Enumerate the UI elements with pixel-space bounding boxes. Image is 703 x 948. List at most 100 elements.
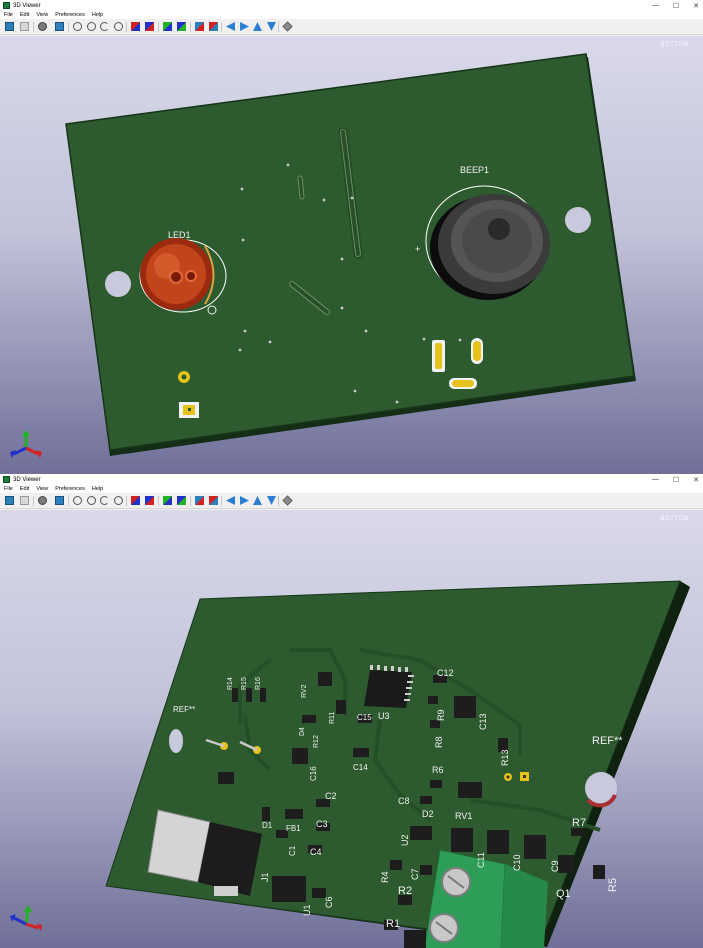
r1-label: R1 xyxy=(386,918,400,930)
menu-preferences[interactable]: Preferences xyxy=(55,12,85,18)
close-button[interactable]: ✕ xyxy=(693,2,699,10)
r6-label: R6 xyxy=(432,765,444,775)
redraw-icon[interactable] xyxy=(100,496,109,505)
rotate-y-cw-icon[interactable] xyxy=(163,496,172,505)
minimize-button[interactable]: — xyxy=(652,2,659,9)
mounting-hole xyxy=(169,729,183,753)
rotate-x-cw-icon[interactable] xyxy=(131,496,140,505)
menu-view[interactable]: View xyxy=(36,486,48,492)
c4-label: C4 xyxy=(310,847,322,857)
redraw-icon[interactable] xyxy=(100,22,109,31)
toolbar xyxy=(0,19,703,35)
rotate-z-ccw-icon[interactable] xyxy=(209,22,218,31)
r9-label: R9 xyxy=(436,709,446,721)
toolbar-separator xyxy=(221,496,222,506)
zoom-in-icon[interactable] xyxy=(73,22,82,31)
pan-left-icon[interactable] xyxy=(226,22,235,31)
settings-icon[interactable] xyxy=(38,22,47,31)
menu-bar: File Edit View Preferences Help xyxy=(0,11,703,19)
toolbar-separator xyxy=(33,22,34,32)
u1-label: U1 xyxy=(302,904,312,916)
r8-label: R8 xyxy=(434,736,444,748)
menu-edit[interactable]: Edit xyxy=(20,12,29,18)
ref-label-right: REF** xyxy=(592,735,623,747)
pan-up-icon[interactable] xyxy=(253,22,262,31)
3d-box-icon[interactable] xyxy=(55,496,64,505)
toolbar-separator xyxy=(158,496,159,506)
pcb-board xyxy=(105,580,681,945)
rotate-y-cw-icon[interactable] xyxy=(163,22,172,31)
toolbar-separator xyxy=(126,22,127,32)
ref-label-left: REF** xyxy=(173,705,195,714)
rotate-y-ccw-icon[interactable] xyxy=(177,22,186,31)
toolbar xyxy=(0,493,703,509)
axes-gizmo xyxy=(10,430,42,458)
window-title: 3D Viewer xyxy=(13,476,41,483)
pcb-top-render: R14 R15 R16 RV2 C12 R9 C13 R11 U3 C15 D4… xyxy=(105,580,690,948)
r4-label: R4 xyxy=(380,871,390,883)
menu-file[interactable]: File xyxy=(4,486,13,492)
axes-gizmo xyxy=(10,905,42,931)
pcb-bottom-render: LED1 BEEP1 + xyxy=(65,53,636,456)
3d-canvas[interactable]: BOTTOM xyxy=(0,510,703,948)
rotate-x-cw-icon[interactable] xyxy=(131,22,140,31)
r7-label: R7 xyxy=(572,817,586,829)
close-button[interactable]: ✕ xyxy=(693,476,699,484)
menu-edit[interactable]: Edit xyxy=(20,486,29,492)
pan-right-icon[interactable] xyxy=(240,496,249,505)
menu-preferences[interactable]: Preferences xyxy=(55,486,85,492)
rotate-y-ccw-icon[interactable] xyxy=(177,496,186,505)
rotate-z-cw-icon[interactable] xyxy=(195,22,204,31)
pan-down-icon[interactable] xyxy=(267,496,276,505)
rotate-z-cw-icon[interactable] xyxy=(195,496,204,505)
menu-view[interactable]: View xyxy=(36,12,48,18)
c11-label: C11 xyxy=(476,852,486,868)
settings-icon[interactable] xyxy=(38,496,47,505)
menu-file[interactable]: File xyxy=(4,12,13,18)
title-bar: 3D Viewer — ☐ ✕ xyxy=(0,474,703,485)
pan-down-icon[interactable] xyxy=(267,22,276,31)
zoom-out-icon[interactable] xyxy=(87,496,96,505)
r11-label: R11 xyxy=(329,712,336,724)
c16-label: C16 xyxy=(309,766,318,781)
c2-label: C2 xyxy=(325,791,337,801)
toolbar-separator xyxy=(190,496,191,506)
orthographic-icon[interactable] xyxy=(282,495,293,506)
pan-up-icon[interactable] xyxy=(253,496,262,505)
d4-label: D4 xyxy=(299,727,306,736)
rotate-x-ccw-icon[interactable] xyxy=(145,496,154,505)
pan-left-icon[interactable] xyxy=(226,496,235,505)
zoom-fit-icon[interactable] xyxy=(114,496,123,505)
c9-label: C9 xyxy=(550,860,560,872)
app-icon xyxy=(3,2,10,9)
copy-image-icon[interactable] xyxy=(20,496,29,505)
rotate-z-ccw-icon[interactable] xyxy=(209,496,218,505)
c6-label: C6 xyxy=(324,896,334,908)
zoom-in-icon[interactable] xyxy=(73,496,82,505)
r2-label: R2 xyxy=(398,885,412,897)
maximize-button[interactable]: ☐ xyxy=(673,2,679,10)
minimize-button[interactable]: — xyxy=(652,476,659,483)
3d-canvas[interactable]: BOTTOM xyxy=(0,36,703,474)
menu-help[interactable]: Help xyxy=(92,12,103,18)
copy-image-icon[interactable] xyxy=(20,22,29,31)
c10-label: C10 xyxy=(512,854,522,871)
u3-chip xyxy=(364,670,412,708)
r13-label: R13 xyxy=(500,749,510,766)
zoom-out-icon[interactable] xyxy=(87,22,96,31)
maximize-button[interactable]: ☐ xyxy=(673,476,679,484)
zoom-fit-icon[interactable] xyxy=(114,22,123,31)
c12-label: C12 xyxy=(437,668,454,678)
toolbar-separator xyxy=(33,496,34,506)
render-raytracing-icon[interactable] xyxy=(5,496,14,505)
3d-box-icon[interactable] xyxy=(55,22,64,31)
rotate-x-ccw-icon[interactable] xyxy=(145,22,154,31)
d1-label: D1 xyxy=(262,821,273,830)
menu-help[interactable]: Help xyxy=(92,486,103,492)
app-icon xyxy=(3,476,10,483)
render-raytracing-icon[interactable] xyxy=(5,22,14,31)
pan-right-icon[interactable] xyxy=(240,22,249,31)
orthographic-icon[interactable] xyxy=(282,21,293,32)
fb1-label: FB1 xyxy=(286,824,301,833)
viewer-window-1: 3D Viewer — ☐ ✕ File Edit View Preferenc… xyxy=(0,0,703,474)
